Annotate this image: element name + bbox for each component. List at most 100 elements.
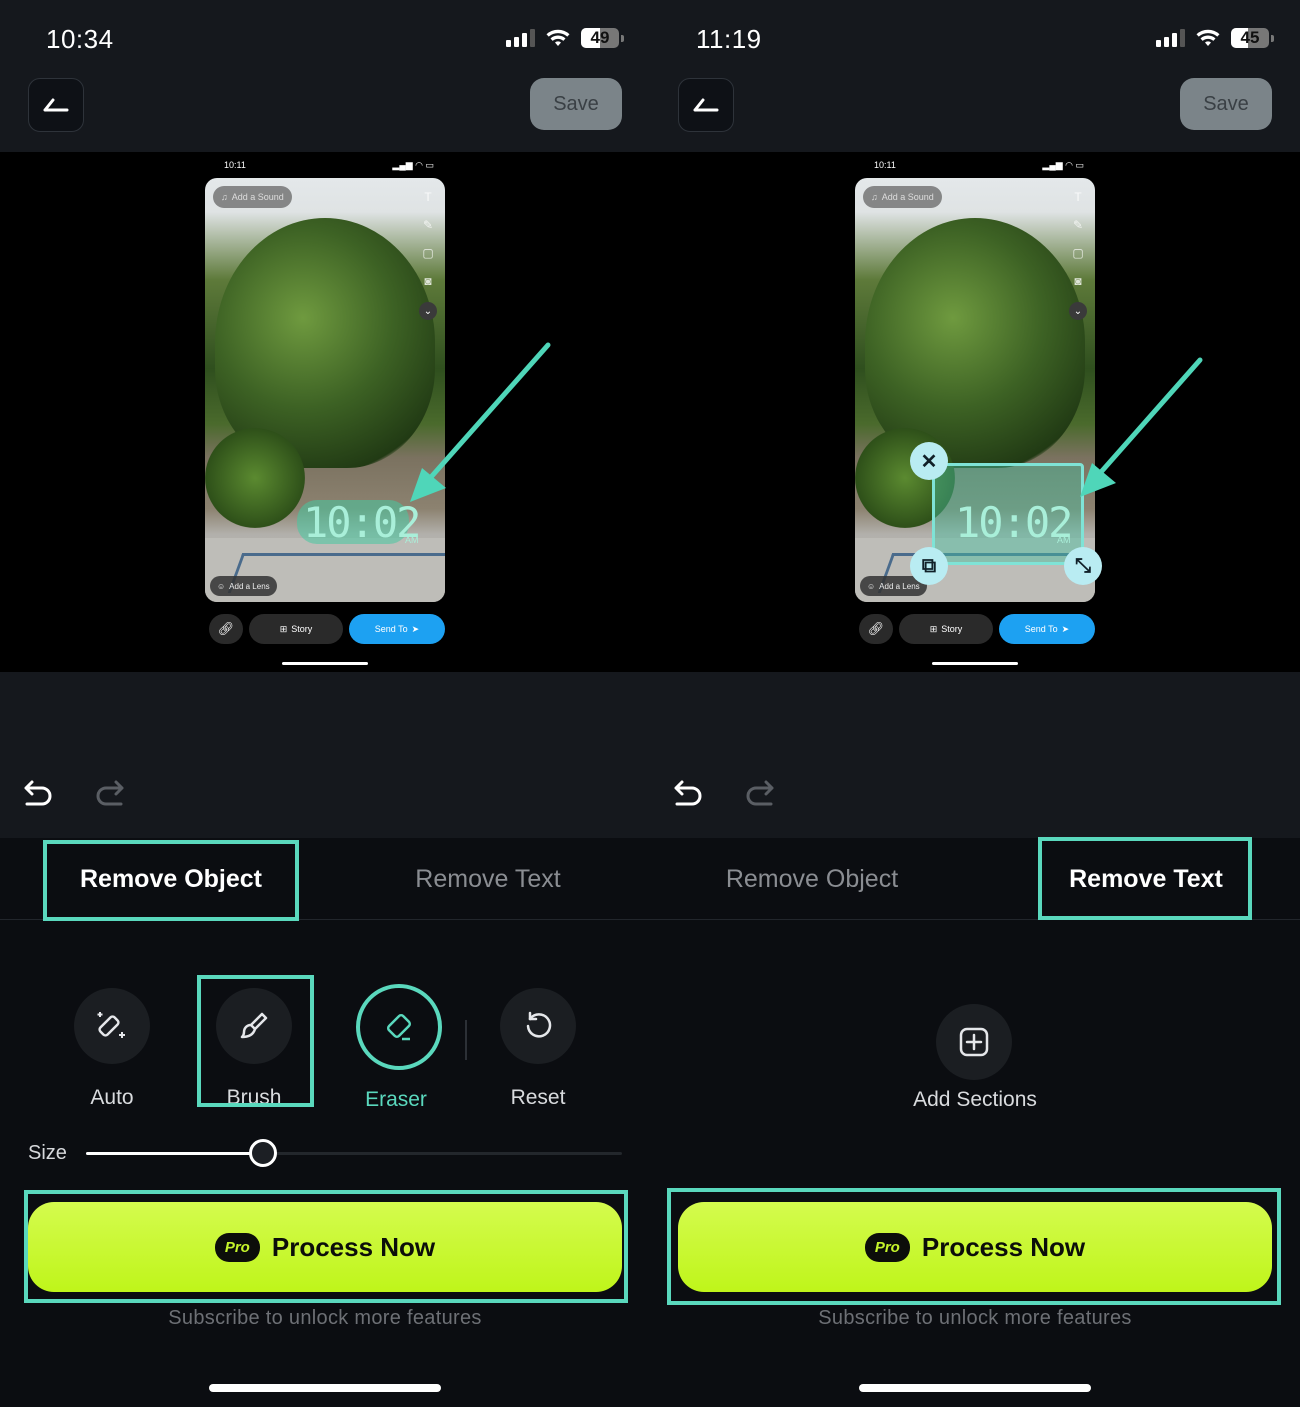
image-preview[interactable]: 10:11 ▂▄▆ ◠ ▭ ♫ Add a Sound T ✎ ▢ ◙ ⌄ 10:02 AM… xyxy=(0,152,650,672)
process-now-label: Process Now xyxy=(921,1231,1086,1262)
preview-status-icons: ▂▄▆ ◠ ▭ xyxy=(392,160,434,170)
size-slider-thumb[interactable] xyxy=(248,1139,277,1167)
add-lens-pill: ☺ Add a Lens xyxy=(210,576,277,596)
home-indicator xyxy=(209,1384,441,1392)
redo-icon[interactable] xyxy=(92,776,126,810)
wifi-icon xyxy=(546,29,570,46)
resize-selection-icon[interactable]: ⤡ xyxy=(1064,547,1102,585)
process-now-label: Process Now xyxy=(271,1231,436,1262)
save-button[interactable]: Save xyxy=(1180,78,1272,130)
highlight-box xyxy=(197,975,314,1107)
reset-icon xyxy=(526,1011,552,1038)
auto-label: Auto xyxy=(90,1086,134,1109)
preview-home-indicator xyxy=(932,662,1018,665)
music-note-icon: ♫ xyxy=(871,192,878,202)
story-pill: ⊞ Story xyxy=(249,614,343,644)
process-now-button[interactable]: Pro Process Now xyxy=(28,1202,622,1292)
sticker-icon: ▢ xyxy=(422,246,434,260)
pencil-icon: ✎ xyxy=(422,218,434,232)
add-square-icon xyxy=(959,1027,989,1057)
battery-icon: 49 xyxy=(581,28,619,48)
tab-remove-object[interactable]: Remove Object xyxy=(684,838,940,920)
text-icon: T xyxy=(1074,190,1082,204)
eraser-icon xyxy=(386,1013,412,1041)
subscribe-hint[interactable]: Subscribe to unlock more features xyxy=(650,1307,1300,1330)
add-sound-label: Add a Sound xyxy=(881,192,934,202)
tool-auto[interactable]: Auto xyxy=(72,988,152,1110)
add-sections-circle[interactable] xyxy=(936,1004,1012,1080)
pencil-icon: ✎ xyxy=(1072,218,1084,232)
redo-icon[interactable] xyxy=(742,776,776,810)
subscribe-hint[interactable]: Subscribe to unlock more features xyxy=(0,1307,650,1330)
magic-eraser-icon xyxy=(97,1012,125,1038)
chevron-down-icon: ⌄ xyxy=(419,302,437,320)
add-sound-label: Add a Sound xyxy=(231,192,284,202)
home-indicator xyxy=(859,1384,1091,1392)
size-label: Size xyxy=(28,1142,67,1164)
preview-time: 10:11 xyxy=(224,160,246,170)
size-slider-fill xyxy=(86,1152,263,1155)
sticker-icon: ▢ xyxy=(1072,246,1084,260)
add-sound-pill: ♫ Add a Sound xyxy=(863,186,942,208)
status-icons: 45 xyxy=(1156,28,1274,48)
story-add-icon: ⊞ xyxy=(929,623,938,634)
camera-icon: ◙ xyxy=(1074,274,1082,288)
snap-side-icons: T ✎ ▢ ◙ ⌄ xyxy=(1069,190,1087,320)
undo-icon[interactable] xyxy=(672,776,706,810)
auto-button[interactable] xyxy=(74,988,150,1064)
lens-icon: ☺ xyxy=(867,581,876,591)
back-button[interactable] xyxy=(678,78,734,132)
preview-status-bar: 10:11 ▂▄▆ ◠ ▭ xyxy=(224,160,434,171)
back-button[interactable] xyxy=(28,78,84,132)
send-to-pill: Send To ➤ xyxy=(349,614,445,644)
snap-actions: 🔗︎ ⊞ Story Send To ➤ xyxy=(859,614,1095,644)
battery-tip xyxy=(621,34,624,42)
preview-home-indicator xyxy=(282,662,368,665)
history-bar xyxy=(650,672,1300,838)
add-sections-label: Add Sections xyxy=(913,1088,1037,1111)
pro-badge: Pro xyxy=(214,1232,260,1262)
remove-text-screen: 11:19 45 Save 10:11 ▂▄▆ ◠ ▭ ♫ Add a Sound … xyxy=(650,0,1300,1407)
eraser-button[interactable] xyxy=(356,984,442,1070)
add-lens-label: Add a Lens xyxy=(229,581,270,591)
chevron-down-icon: ⌄ xyxy=(1069,302,1087,320)
status-time: 10:34 xyxy=(46,24,114,54)
pro-badge: Pro xyxy=(864,1232,910,1262)
add-sections-button[interactable] xyxy=(936,1004,1014,1080)
save-button[interactable]: Save xyxy=(530,78,622,130)
process-now-button[interactable]: Pro Process Now xyxy=(678,1202,1272,1292)
wifi-icon xyxy=(1196,29,1220,46)
camera-icon: ◙ xyxy=(424,274,432,288)
send-to-label: Send To xyxy=(1024,624,1058,634)
delete-selection-close-icon[interactable]: ✕ xyxy=(910,442,948,480)
top-bar: 11:19 45 Save xyxy=(650,0,1300,152)
link-icon: 🔗︎ xyxy=(209,614,243,644)
edited-photo[interactable]: ♫ Add a Sound T ✎ ▢ ◙ ⌄ 10:02 AM ☺ Add a Lens xyxy=(205,178,445,602)
tab-remove-text[interactable]: Remove Text xyxy=(360,838,616,920)
reset-button[interactable] xyxy=(500,988,576,1064)
send-arrow-icon: ➤ xyxy=(1061,623,1070,634)
clock-overlay-text: 10:02 xyxy=(955,498,1073,547)
back-arrow-icon xyxy=(43,98,69,112)
remove-object-screen: 10:34 49 Save 10:11 ▂▄▆ ◠ ▭ ♫ Add a Sound … xyxy=(0,0,650,1407)
duplicate-selection-icon[interactable]: ⧉ xyxy=(910,547,948,585)
story-label: Story xyxy=(941,624,963,634)
image-preview[interactable]: 10:11 ▂▄▆ ◠ ▭ ♫ Add a Sound T ✎ ▢ ◙ ⌄ 10:02 AM… xyxy=(650,152,1300,672)
clock-am-label: AM xyxy=(1057,535,1071,545)
tool-eraser[interactable]: Eraser xyxy=(356,984,442,1112)
snap-side-icons: T ✎ ▢ ◙ ⌄ xyxy=(419,190,437,320)
music-note-icon: ♫ xyxy=(221,192,228,202)
tool-reset[interactable]: Reset xyxy=(498,988,578,1110)
link-icon: 🔗︎ xyxy=(859,614,893,644)
preview-status-icons: ▂▄▆ ◠ ▭ xyxy=(1042,160,1084,170)
clock-overlay-text: 10:02 xyxy=(303,498,421,547)
tool-divider xyxy=(465,1020,467,1060)
edited-photo[interactable]: ♫ Add a Sound T ✎ ▢ ◙ ⌄ 10:02 AM ☺ Add a Lens xyxy=(855,178,1095,602)
reset-label: Reset xyxy=(510,1086,566,1109)
preview-status-bar: 10:11 ▂▄▆ ◠ ▭ xyxy=(874,160,1084,171)
text-icon: T xyxy=(424,190,432,204)
undo-icon[interactable] xyxy=(22,776,56,810)
size-slider[interactable] xyxy=(86,1139,622,1167)
status-time: 11:19 xyxy=(696,24,762,54)
send-to-label: Send To xyxy=(374,624,408,634)
